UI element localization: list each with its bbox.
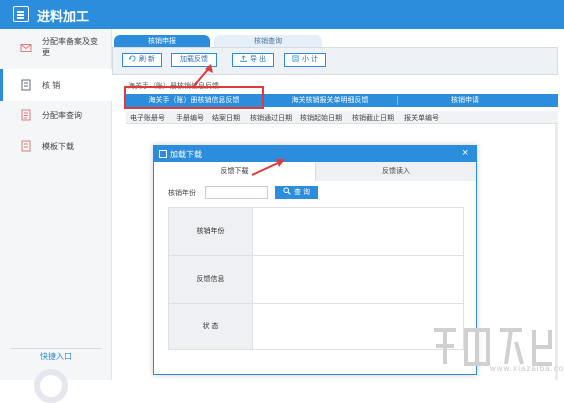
export-label: 导 出 xyxy=(250,56,266,63)
sidebar-item-label: 核 销 xyxy=(42,81,61,90)
query-label: 查 询 xyxy=(294,189,310,196)
template-icon xyxy=(21,140,31,152)
quick-entry-button[interactable] xyxy=(34,369,68,403)
subtab-verification-apply[interactable]: 核销申请 xyxy=(398,94,532,107)
annotation-arrow-icon xyxy=(192,64,213,88)
refresh-label: 刷 新 xyxy=(139,56,155,63)
column-header: 电子账册号 xyxy=(130,115,165,122)
table-header: 电子账册号 手册编号 结案日期 核销通过日期 核销起始日期 核销截止日期 报关单… xyxy=(126,111,558,124)
dialog-header: 加载下载 × xyxy=(154,146,476,162)
window-icon xyxy=(159,150,167,158)
export-icon xyxy=(240,55,247,62)
column-header: 手册编号 xyxy=(176,115,204,122)
column-header: 核销截止日期 xyxy=(352,115,394,122)
row-label: 核销年份 xyxy=(169,208,253,255)
export-button[interactable]: 导 出 xyxy=(232,53,274,67)
table-row: 状 态 xyxy=(169,304,463,349)
sidebar-item-verification[interactable]: 核 销 xyxy=(0,69,112,101)
row-value xyxy=(253,208,463,255)
query-button[interactable]: 查 询 xyxy=(275,186,318,199)
annotation-arrow-icon xyxy=(251,159,285,176)
envelope-icon xyxy=(20,44,32,52)
row-label: 反馈信息 xyxy=(169,256,253,303)
row-label: 状 态 xyxy=(169,304,253,349)
column-header: 结案日期 xyxy=(212,115,240,122)
sidebar-item-label: 分配率查询 xyxy=(42,111,82,120)
app-title: 进料加工 xyxy=(37,9,90,24)
refresh-button[interactable]: 刷 新 xyxy=(122,53,162,67)
sidebar: 分配率备案及变更 核 销 分配率查询 模板下载 快捷入口 xyxy=(0,29,112,403)
table-row: 核销年份 xyxy=(169,208,463,256)
sidebar-item-label: 模板下载 xyxy=(42,142,74,151)
sidebar-item-allocation-filing[interactable]: 分配率备案及变更 xyxy=(0,31,112,67)
toolbar: 刷 新 加载反馈 导 出 小 计 xyxy=(112,47,558,75)
tab-feedback-download[interactable]: 反馈下载 xyxy=(154,162,315,181)
column-header: 核销通过日期 xyxy=(250,115,292,122)
tab-bar: 核销申报 核销查询 xyxy=(112,29,564,49)
year-label: 核销年份 xyxy=(168,190,196,197)
download-dialog: 加载下载 × 反馈下载 反馈读入 核销年份 查 询 核销年份 反馈信息 状 态 xyxy=(153,145,477,375)
subtab-declaration-feedback[interactable]: 海关核销报关单明细反馈 xyxy=(263,94,397,107)
watermark-text: www.xiazaiba.com xyxy=(490,364,564,373)
list-document-icon xyxy=(21,109,31,121)
refresh-icon xyxy=(129,55,136,62)
subtotal-icon xyxy=(292,55,299,62)
divider xyxy=(10,348,102,349)
sidebar-item-label: 分配率备案及变更 xyxy=(42,37,98,57)
column-header: 核销起始日期 xyxy=(300,115,342,122)
tab-feedback-read[interactable]: 反馈读入 xyxy=(315,162,476,181)
sidebar-item-template-download[interactable]: 模板下载 xyxy=(0,130,112,162)
result-table: 核销年份 反馈信息 状 态 xyxy=(168,207,464,350)
close-icon[interactable]: × xyxy=(462,148,468,159)
row-value xyxy=(253,256,463,303)
sidebar-item-allocation-query[interactable]: 分配率查询 xyxy=(0,99,112,131)
subtotal-button[interactable]: 小 计 xyxy=(284,53,326,67)
subtotal-label: 小 计 xyxy=(302,56,318,63)
title-bar: 进料加工 xyxy=(0,0,564,29)
table-row: 反馈信息 xyxy=(169,256,463,304)
document-icon xyxy=(21,79,31,91)
column-header: 报关单编号 xyxy=(404,115,439,122)
quick-entry-label: 快捷入口 xyxy=(40,352,72,361)
app-logo-icon xyxy=(13,6,29,22)
dialog-title: 加载下载 xyxy=(170,150,202,159)
year-input[interactable] xyxy=(205,186,268,199)
dialog-tabs: 反馈下载 反馈读入 xyxy=(154,162,476,181)
search-icon xyxy=(283,187,291,195)
